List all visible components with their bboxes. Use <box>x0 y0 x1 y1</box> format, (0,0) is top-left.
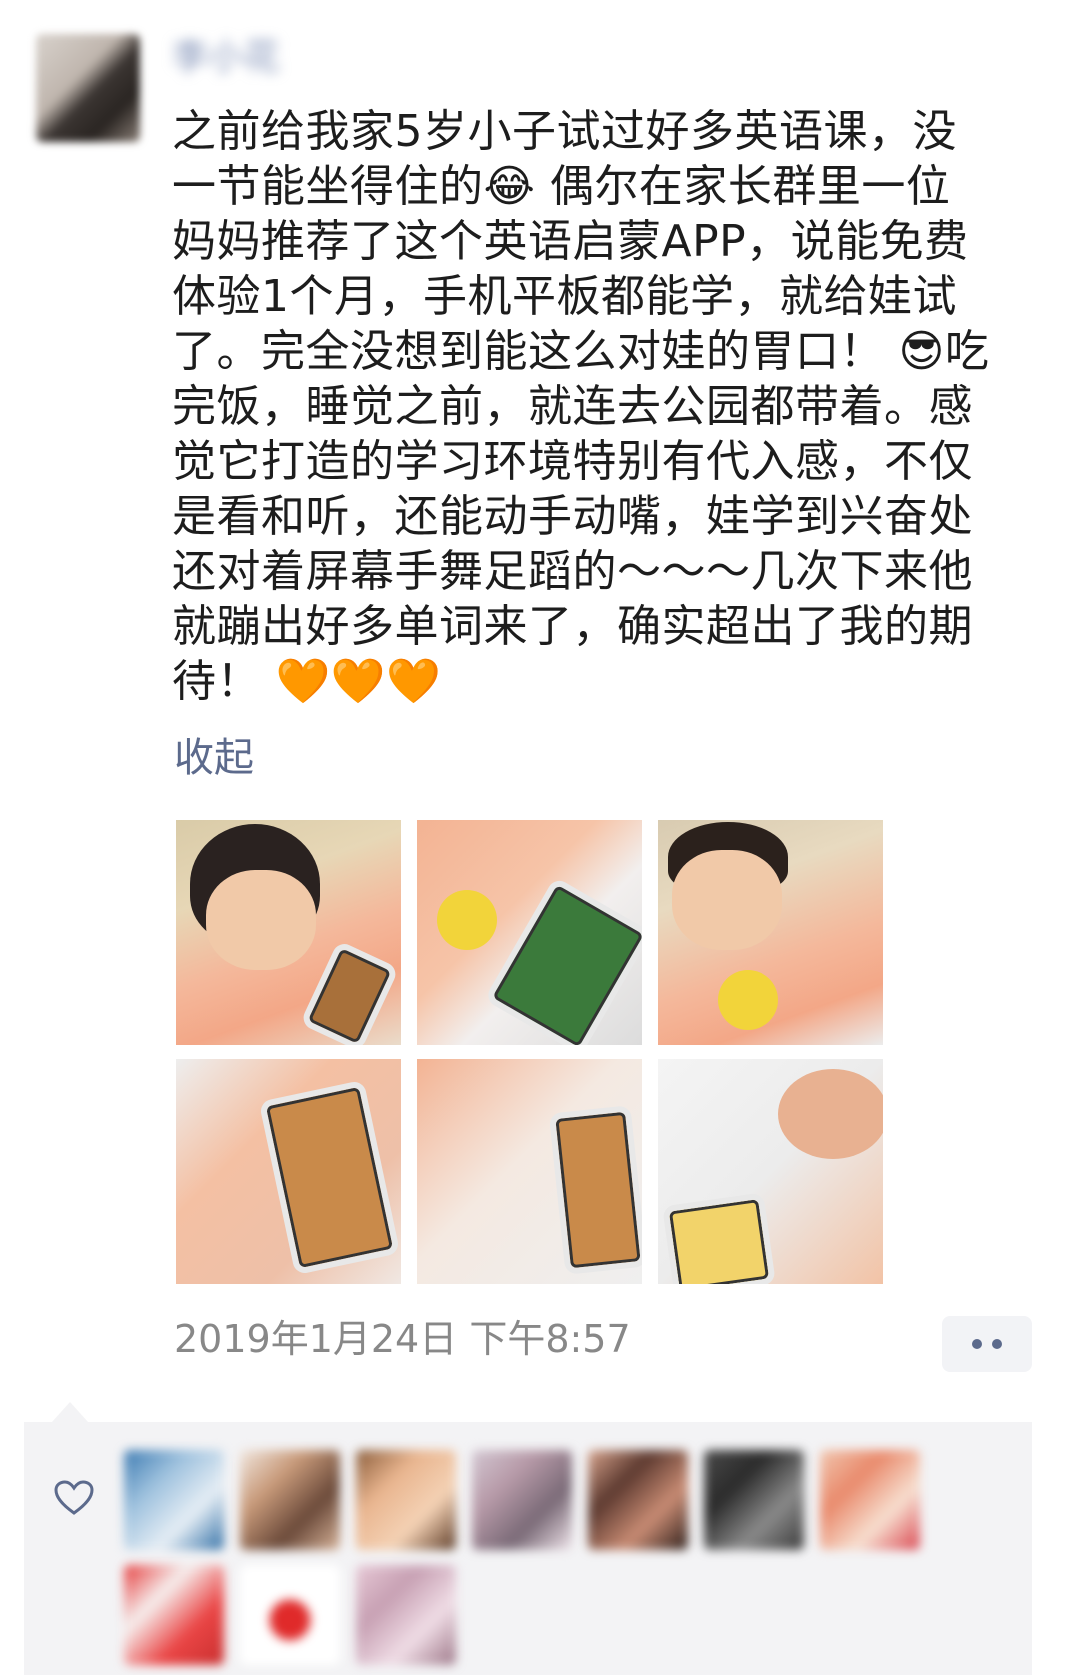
heart-outline-icon <box>54 1480 94 1515</box>
photo-5[interactable] <box>417 1059 642 1284</box>
more-dots-icon-2 <box>992 1339 1002 1349</box>
collapse-link[interactable]: 收起 <box>174 734 254 782</box>
post-text-part3: 吃完饭，睡觉之前，就连去公园都带着。感觉它打造的学习环境特别有代入感，不仅是看和… <box>172 326 990 707</box>
liker-avatar[interactable] <box>240 1450 340 1550</box>
laugh-emoji: 😂 <box>483 161 536 212</box>
liker-avatar[interactable] <box>124 1565 224 1665</box>
photo-1[interactable] <box>176 820 401 1045</box>
liker-avatar[interactable] <box>356 1565 456 1665</box>
liker-avatar[interactable] <box>240 1565 340 1665</box>
photo-3[interactable] <box>658 820 883 1045</box>
poster-avatar[interactable] <box>36 34 140 142</box>
photo-2[interactable] <box>417 820 642 1045</box>
post-timestamp: 2019年1月24日 下午8:57 <box>174 1317 631 1361</box>
more-button[interactable] <box>942 1316 1032 1372</box>
photo-4[interactable] <box>176 1059 401 1284</box>
poster-username[interactable]: 李小花 <box>172 36 292 80</box>
photo-grid <box>176 820 883 1284</box>
post-text: 之前给我家5岁小子试过好多英语课，没一节能坐得住的😂 偶尔在家长群里一位妈妈推荐… <box>172 104 992 709</box>
liker-avatar[interactable] <box>820 1450 920 1550</box>
heart-emojis: 🧡🧡🧡 <box>275 656 442 707</box>
liker-avatar[interactable] <box>124 1450 224 1550</box>
photo-6[interactable] <box>658 1059 883 1284</box>
liker-avatar[interactable] <box>356 1450 456 1550</box>
cool-emoji: 😎 <box>898 326 945 377</box>
liker-avatar[interactable] <box>588 1450 688 1550</box>
liker-avatar[interactable] <box>472 1450 572 1550</box>
likes-pointer <box>52 1402 88 1422</box>
liker-avatar[interactable] <box>704 1450 804 1550</box>
more-dots-icon <box>972 1339 982 1349</box>
